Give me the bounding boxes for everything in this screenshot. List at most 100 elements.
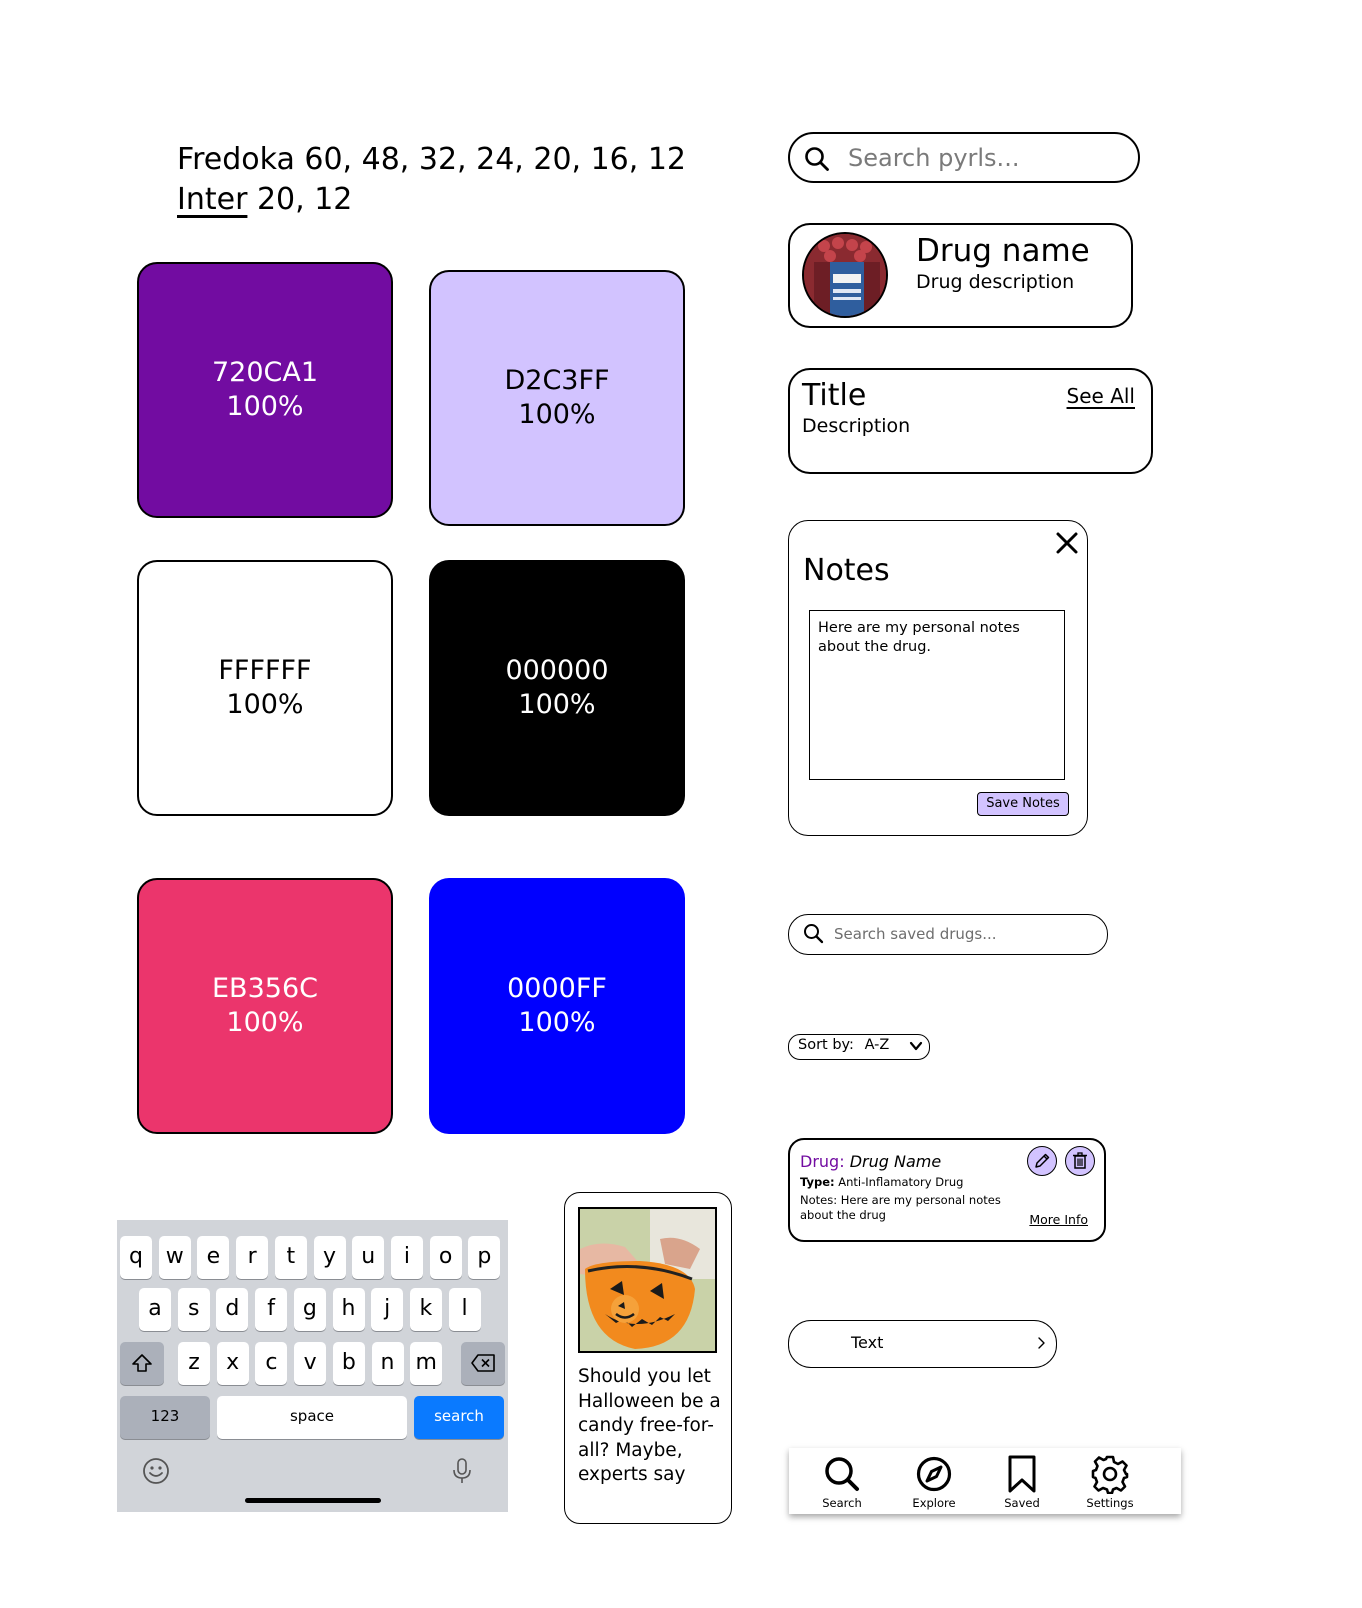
sort-dropdown[interactable]: Sort by: A-Z: [788, 1034, 930, 1060]
space-key[interactable]: space: [217, 1396, 407, 1439]
section-description: Description: [802, 415, 911, 437]
search-bar[interactable]: Search pyrls...: [788, 132, 1140, 183]
saved-search-input[interactable]: Search saved drugs...: [834, 925, 997, 943]
more-info-link[interactable]: More Info: [1029, 1212, 1088, 1227]
key-o[interactable]: o: [429, 1236, 462, 1279]
key-g[interactable]: g: [293, 1288, 326, 1331]
key-b[interactable]: b: [332, 1342, 365, 1385]
key-w[interactable]: w: [158, 1236, 191, 1279]
key-s[interactable]: s: [177, 1288, 210, 1331]
saved-drug-card[interactable]: Drug: Drug Name Type: Anti-Inflamatory D…: [788, 1138, 1106, 1242]
swatch-000000: 000000 100%: [429, 560, 685, 816]
tab-search[interactable]: Search: [807, 1454, 877, 1510]
key-x[interactable]: x: [216, 1342, 249, 1385]
swatch-hex: FFFFFF: [218, 655, 312, 686]
compass-icon: [916, 1456, 952, 1492]
swatch-hex: 0000FF: [507, 973, 607, 1004]
tab-settings[interactable]: Settings: [1075, 1454, 1145, 1510]
key-t[interactable]: t: [274, 1236, 307, 1279]
article-headline: Should you let Halloween be a candy free…: [578, 1366, 721, 1485]
shift-icon: [132, 1354, 152, 1372]
swatch-opacity: 100%: [226, 391, 304, 422]
swatch-0000ff: 0000FF 100%: [429, 878, 685, 1134]
key-f[interactable]: f: [255, 1288, 288, 1331]
swatch-opacity: 100%: [518, 689, 596, 720]
list-row-label: Text: [851, 1333, 884, 1352]
backspace-key[interactable]: [461, 1342, 505, 1385]
trash-icon: [1073, 1152, 1087, 1169]
key-m[interactable]: m: [410, 1342, 443, 1385]
bookmark-icon: [1008, 1455, 1036, 1493]
swatch-opacity: 100%: [518, 1007, 596, 1038]
tab-saved[interactable]: Saved: [987, 1454, 1057, 1510]
saved-search-bar[interactable]: Search saved drugs...: [788, 914, 1108, 955]
sort-value: A-Z: [864, 1037, 890, 1053]
microphone-icon[interactable]: [452, 1457, 472, 1485]
key-u[interactable]: u: [352, 1236, 385, 1279]
shift-key[interactable]: [120, 1342, 164, 1385]
tab-label: Search: [822, 1496, 862, 1510]
key-a[interactable]: a: [139, 1288, 171, 1331]
search-icon: [804, 924, 824, 944]
type-key: Type:: [800, 1175, 835, 1189]
edit-button[interactable]: [1027, 1146, 1057, 1176]
notes-title: Notes: [803, 553, 890, 588]
swatch-opacity: 100%: [226, 689, 304, 720]
key-k[interactable]: k: [409, 1288, 442, 1331]
inter-font-name: Inter: [177, 182, 248, 217]
swatch-ffffff: FFFFFF 100%: [137, 560, 393, 816]
tab-explore[interactable]: Explore: [899, 1454, 969, 1510]
section-title: Title: [802, 378, 867, 413]
list-row-button[interactable]: Text: [788, 1320, 1057, 1368]
key-i[interactable]: i: [390, 1236, 423, 1279]
swatch-hex: D2C3FF: [504, 365, 610, 396]
article-card[interactable]: Should you let Halloween be a candy free…: [564, 1192, 732, 1524]
key-y[interactable]: y: [313, 1236, 346, 1279]
drug-description: Drug description: [916, 271, 1075, 293]
key-r[interactable]: r: [236, 1236, 269, 1279]
swatch-hex: EB356C: [212, 973, 318, 1004]
see-all-link[interactable]: See All: [1067, 384, 1135, 408]
saved-drug-name-line: Drug: Drug Name: [800, 1152, 941, 1171]
key-q[interactable]: q: [120, 1236, 152, 1279]
chevron-down-icon: [909, 1041, 923, 1051]
pencil-icon: [1035, 1153, 1050, 1168]
search-icon: [825, 1457, 859, 1491]
key-p[interactable]: p: [468, 1236, 501, 1279]
section-header-card: Title Description See All: [788, 368, 1153, 474]
key-l[interactable]: l: [448, 1288, 481, 1331]
close-icon[interactable]: [1053, 529, 1081, 557]
key-j[interactable]: j: [371, 1288, 404, 1331]
notes-textarea[interactable]: Here are my personal notes about the dru…: [809, 610, 1065, 780]
notes-modal: Notes Here are my personal notes about t…: [788, 520, 1088, 836]
emoji-icon[interactable]: [142, 1457, 170, 1485]
key-c[interactable]: c: [255, 1342, 288, 1385]
key-d[interactable]: d: [216, 1288, 249, 1331]
tab-label: Saved: [1004, 1496, 1040, 1510]
drug-card[interactable]: Drug name Drug description: [788, 223, 1133, 328]
backspace-icon: [471, 1354, 495, 1372]
drug-key: Drug:: [800, 1152, 845, 1171]
key-v[interactable]: v: [294, 1342, 327, 1385]
numbers-key[interactable]: 123: [120, 1396, 210, 1439]
swatch-hex: 000000: [505, 655, 609, 686]
key-n[interactable]: n: [371, 1342, 404, 1385]
delete-button[interactable]: [1065, 1146, 1095, 1176]
tab-label: Explore: [912, 1496, 956, 1510]
article-image: [578, 1207, 717, 1353]
key-z[interactable]: z: [178, 1342, 210, 1385]
onscreen-keyboard: qwertyuiop asdfghjkl zxcvbnm 123 space s…: [117, 1220, 508, 1512]
swatch-opacity: 100%: [226, 1007, 304, 1038]
key-h[interactable]: h: [332, 1288, 365, 1331]
saved-drug-type: Type: Anti-Inflamatory Drug: [800, 1175, 963, 1189]
tab-label: Settings: [1086, 1496, 1134, 1510]
swatch-d2c3ff: D2C3FF 100%: [429, 270, 685, 526]
drug-value: Drug Name: [849, 1152, 942, 1171]
search-input[interactable]: Search pyrls...: [848, 144, 1019, 172]
key-e[interactable]: e: [197, 1236, 230, 1279]
search-key[interactable]: search: [414, 1396, 504, 1439]
chevron-right-icon: [1038, 1337, 1045, 1349]
save-notes-button[interactable]: Save Notes: [977, 792, 1069, 816]
search-icon: [805, 147, 829, 171]
sort-label: Sort by:: [798, 1037, 854, 1053]
